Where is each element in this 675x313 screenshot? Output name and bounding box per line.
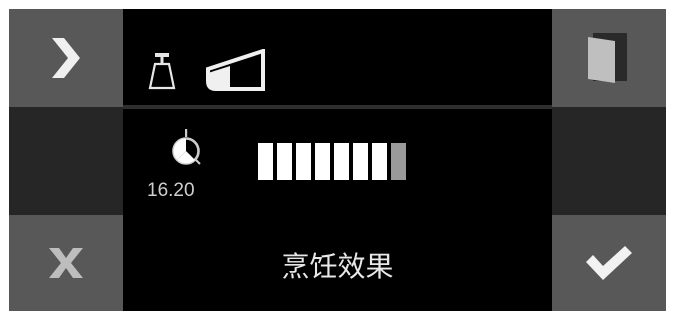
- checkmark-icon: [586, 246, 632, 280]
- door-button[interactable]: [552, 9, 666, 107]
- level-segment: [372, 143, 387, 180]
- cancel-button[interactable]: [9, 215, 123, 311]
- timer-icon: [172, 129, 201, 165]
- right-spacer: [552, 107, 666, 215]
- next-button[interactable]: [9, 9, 123, 107]
- chevron-right-icon: [52, 38, 80, 78]
- level-segment: [277, 143, 292, 180]
- weight-icon: [148, 53, 176, 90]
- ramp-icon: [206, 49, 265, 91]
- right-button-column: [552, 9, 666, 311]
- oven-control-screen: 16.20 烹饪效果: [9, 9, 666, 311]
- door-icon: [588, 33, 627, 83]
- confirm-button[interactable]: [552, 215, 666, 311]
- level-segment: [296, 143, 311, 180]
- left-button-column: [9, 9, 123, 311]
- divider: [123, 105, 552, 109]
- left-spacer: [9, 107, 123, 215]
- level-segment: [315, 143, 330, 180]
- level-segment-partial: [391, 143, 406, 180]
- close-icon: [49, 248, 83, 278]
- level-segment: [334, 143, 349, 180]
- cooking-level-bar: [258, 143, 406, 180]
- center-panel: 16.20 烹饪效果: [123, 9, 552, 311]
- cooking-effect-label: 烹饪效果: [281, 250, 394, 283]
- time-value: 16.20: [147, 180, 195, 201]
- level-segment: [258, 143, 273, 180]
- level-segment: [353, 143, 368, 180]
